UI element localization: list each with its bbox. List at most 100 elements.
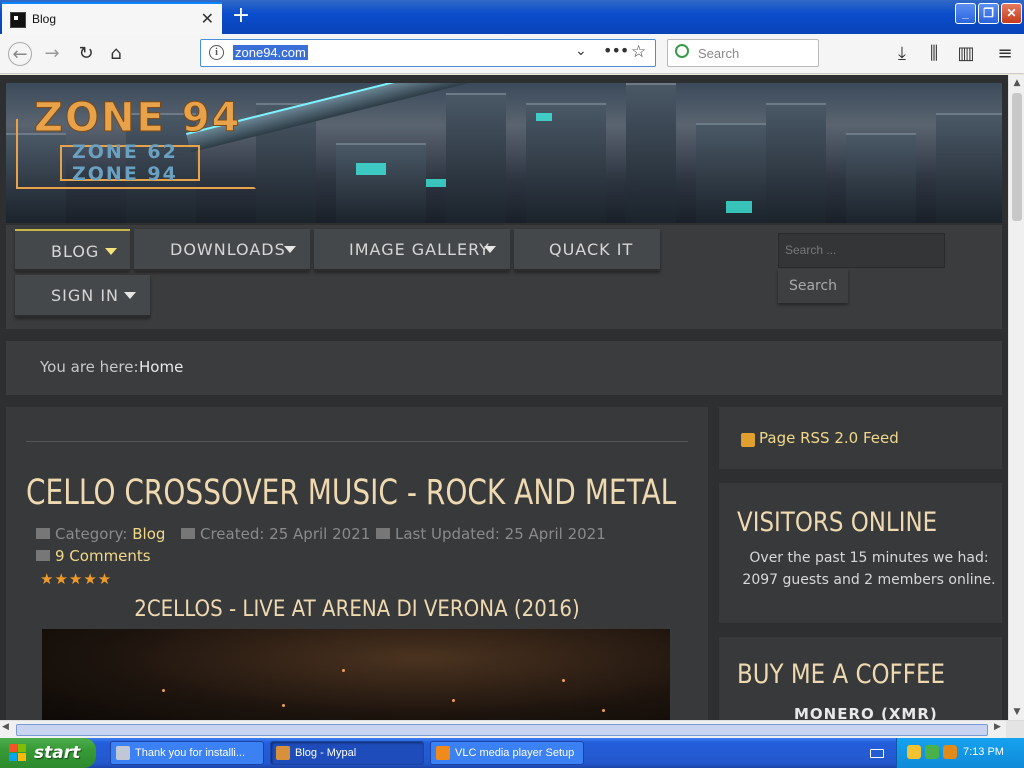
close-window-button[interactable]: ✕ [1001, 3, 1022, 24]
chevron-down-icon [124, 292, 136, 299]
menu-downloads-label: DOWNLOADS [170, 240, 286, 259]
reload-icon[interactable]: ↻ [74, 42, 98, 66]
visitors-online-box: VISITORS ONLINE Over the past 15 minutes… [719, 483, 1002, 623]
taskbar-item-vlc-setup[interactable]: VLC media player Setup [430, 741, 584, 765]
search-tray-icon[interactable] [943, 745, 957, 759]
site-logo[interactable]: ZONE 94 [33, 95, 241, 142]
chevron-down-icon [484, 246, 496, 253]
task-label: Thank you for installi... [135, 747, 246, 759]
new-tab-button[interactable]: + [230, 2, 252, 30]
comments-link[interactable]: 9 Comments [55, 547, 151, 565]
horizontal-scroll-thumb[interactable] [16, 724, 988, 736]
browser-search-box[interactable]: Search [667, 39, 819, 67]
logo-subtitle-2: ZONE 94 [72, 163, 178, 185]
start-label: start [34, 743, 81, 763]
category-link[interactable]: Blog [132, 525, 165, 543]
vertical-scroll-thumb[interactable] [1012, 93, 1022, 221]
keyboard-icon[interactable] [870, 749, 884, 758]
article-title[interactable]: CELLO CROSSOVER MUSIC - ROCK AND METAL [26, 473, 676, 513]
folder-icon [36, 528, 50, 539]
coffee-heading: BUY ME A COFFEE [737, 659, 945, 690]
rss-feed-box: Page RSS 2.0 Feed [719, 407, 1002, 469]
page-viewport: ZONE 94 ZONE 62 ZONE 94 BLOG DOWNLOADS I… [0, 75, 1008, 720]
logo-subtitle-1: ZONE 62 [72, 141, 178, 163]
scroll-down-icon[interactable]: ▼ [1009, 704, 1024, 720]
hamburger-menu-icon[interactable]: ≡ [993, 42, 1017, 66]
chevron-down-icon [105, 248, 117, 255]
taskbar-item-mypal[interactable]: Blog - Mypal [270, 741, 424, 765]
tab-title: Blog [32, 12, 57, 26]
back-arrow-icon[interactable]: ← [8, 42, 32, 66]
video-title: 2CELLOS - LIVE AT ARENA DI VERONA (2016) [134, 597, 580, 622]
downloads-icon[interactable]: ⤓ [890, 42, 914, 66]
calendar-icon [376, 528, 390, 539]
site-favicon-icon [10, 12, 26, 28]
url-history-dropdown-icon[interactable]: ⌄ [575, 43, 587, 59]
system-tray: 7:13 PM [896, 738, 1024, 768]
forward-arrow-icon[interactable]: → [40, 42, 64, 66]
scrollbar-corner [1006, 721, 1024, 739]
sidebar-toggle-icon[interactable]: ▥ [954, 42, 978, 66]
menu-blog-label: BLOG [51, 242, 100, 261]
site-search-button[interactable]: Search [778, 269, 848, 303]
page-actions-icon[interactable]: ••• [603, 41, 629, 60]
library-icon[interactable]: ⫼ [922, 42, 946, 66]
mypal-icon [276, 746, 290, 760]
browser-tab-blog[interactable]: Blog ✕ [2, 2, 222, 34]
calendar-icon [181, 528, 195, 539]
embedded-video[interactable] [42, 629, 670, 720]
home-icon[interactable]: ⌂ [104, 42, 128, 66]
site-banner: ZONE 94 ZONE 62 ZONE 94 [6, 83, 1002, 223]
network-icon[interactable] [925, 745, 939, 759]
category-label: Category: [55, 525, 128, 543]
menu-quack-label: QUACK IT [549, 240, 634, 259]
scroll-left-icon[interactable]: ◀ [2, 722, 9, 732]
scroll-right-icon[interactable]: ▶ [994, 722, 1001, 732]
breadcrumb: You are here: Home [6, 341, 1002, 395]
task-label: VLC media player Setup [455, 747, 575, 759]
windows-logo-icon [9, 744, 27, 762]
bookmark-star-icon[interactable]: ☆ [631, 42, 646, 62]
site-main-menu: BLOG DOWNLOADS IMAGE GALLERY QUACK IT SI… [6, 225, 1002, 329]
close-tab-icon[interactable]: ✕ [201, 9, 214, 28]
article-created: Created: 25 April 2021 [181, 525, 370, 543]
rating-stars[interactable]: ★★★★★ [40, 570, 112, 588]
restore-window-button[interactable]: ❐ [978, 3, 999, 24]
coffee-subheading: MONERO (XMR) [794, 705, 938, 720]
system-clock[interactable]: 7:13 PM [963, 746, 1004, 758]
menu-item-image-gallery[interactable]: IMAGE GALLERY [314, 229, 510, 271]
menu-gallery-label: IMAGE GALLERY [349, 240, 490, 259]
start-button[interactable]: start [0, 738, 96, 768]
rss-icon [741, 433, 755, 447]
menu-signin-label: SIGN IN [51, 286, 120, 305]
site-info-icon[interactable]: i [209, 45, 224, 60]
horizontal-scrollbar[interactable]: ◀ ▶ [0, 720, 1024, 739]
minimize-window-button[interactable]: _ [955, 3, 976, 24]
menu-item-downloads[interactable]: DOWNLOADS [134, 229, 310, 271]
vertical-scrollbar[interactable]: ▲ ▼ [1008, 75, 1024, 720]
rss-feed-link[interactable]: Page RSS 2.0 Feed [759, 429, 899, 447]
divider [26, 441, 688, 442]
visitors-text: Over the past 15 minutes we had: 2097 gu… [742, 550, 996, 588]
browser-titlebar: Blog ✕ + _ ❐ ✕ [0, 0, 1024, 34]
article-comments: 9 Comments [36, 547, 151, 565]
browser-toolbar: ← → ↻ ⌂ i zone94.com ⌄ ••• ☆ Search ⤓ ⫼ … [0, 34, 1024, 74]
article-panel: CELLO CROSSOVER MUSIC - ROCK AND METAL C… [6, 407, 708, 720]
url-text[interactable]: zone94.com [233, 45, 308, 60]
menu-item-blog[interactable]: BLOG [15, 229, 130, 271]
site-search-input[interactable]: Search ... [778, 233, 945, 268]
browser-search-placeholder: Search [698, 46, 740, 61]
menu-item-sign-in[interactable]: SIGN IN [15, 275, 150, 317]
taskbar-item-installer[interactable]: Thank you for installi... [110, 741, 264, 765]
windows-taskbar: start Thank you for installi... Blog - M… [0, 738, 1024, 768]
address-bar[interactable]: i zone94.com ⌄ ••• ☆ [200, 39, 656, 67]
search-icon [675, 44, 689, 58]
scroll-up-icon[interactable]: ▲ [1009, 75, 1024, 91]
menu-item-quack-it[interactable]: QUACK IT [514, 229, 660, 271]
breadcrumb-home-link[interactable]: Home [139, 358, 183, 376]
buy-me-a-coffee-box: BUY ME A COFFEE MONERO (XMR) [719, 637, 1002, 720]
article-updated: Last Updated: 25 April 2021 [376, 525, 606, 543]
created-date: Created: 25 April 2021 [200, 525, 371, 543]
security-shield-icon[interactable] [907, 745, 921, 759]
article-category: Category: Blog [36, 525, 165, 543]
